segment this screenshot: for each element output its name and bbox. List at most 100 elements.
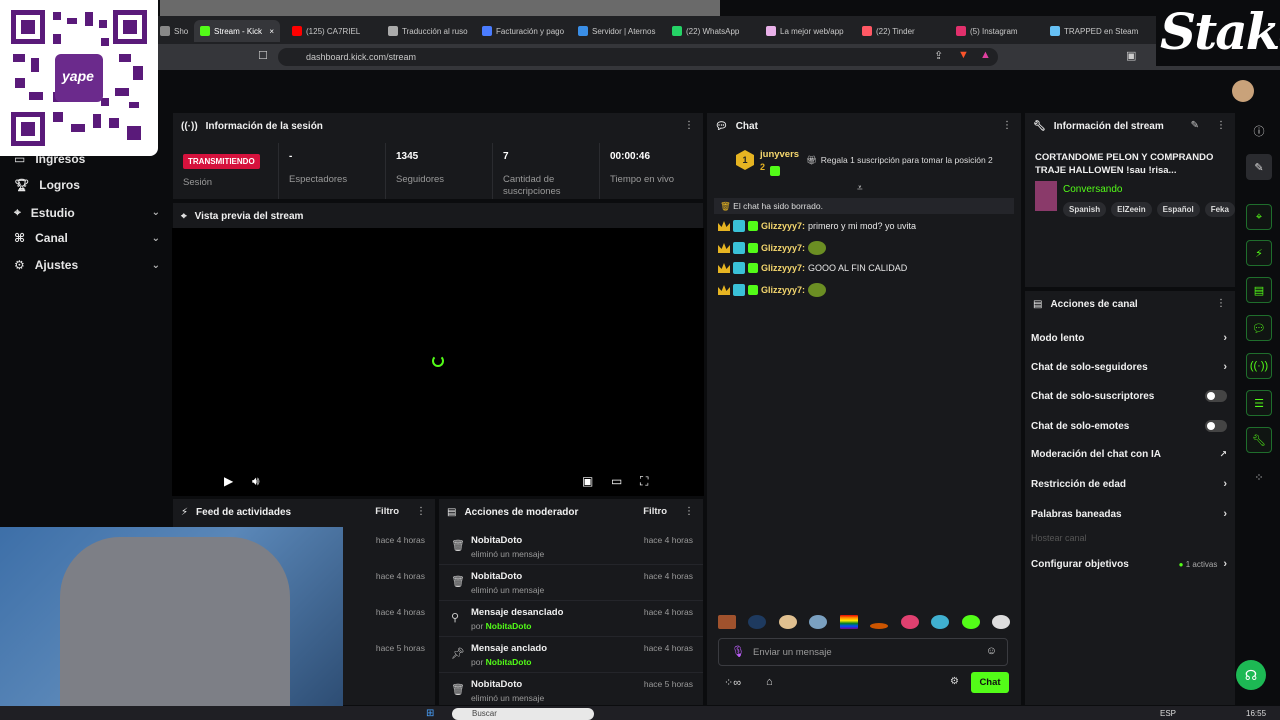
video-player[interactable] (172, 228, 704, 496)
studio-icon[interactable]: ⌖ (1246, 204, 1272, 230)
browser-tab[interactable]: (22) WhatsApp (672, 20, 764, 42)
list-icon[interactable]: ☰ (1246, 390, 1272, 416)
emote-icon[interactable] (718, 615, 736, 629)
more-options-icon[interactable]: ⋮ (684, 506, 694, 517)
avatar[interactable] (1232, 80, 1254, 102)
toggle-switch[interactable] (1205, 390, 1227, 402)
sub-badge-icon (748, 263, 758, 273)
expand-icon[interactable]: ⩡ (857, 183, 863, 194)
volume-icon[interactable]: 🔊︎ (252, 474, 260, 489)
channel-action-item[interactable]: Configurar objetivos ● 1 activas › (1031, 558, 1227, 570)
edit-icon[interactable]: ✎ (1246, 154, 1272, 180)
more-options-icon[interactable]: ⋮ (1002, 120, 1012, 131)
browser-tab[interactable]: (125) CA7RIEL (292, 20, 376, 42)
language-indicator[interactable]: ESP (1160, 709, 1176, 718)
loyalty-icon[interactable]: ⁘∞ (724, 676, 741, 689)
panel-title: Información de la sesión (205, 120, 323, 132)
theater-icon[interactable]: ▭ (611, 474, 622, 488)
og-badge-icon (733, 220, 745, 232)
channel-action-label: Restricción de edad (1031, 478, 1127, 490)
mod-action-title: NobitaDoto (471, 535, 523, 546)
channel-action-item[interactable]: Chat de solo-emotes (1031, 420, 1227, 432)
mod-action-time: hace 4 horas (643, 535, 693, 545)
sidebar-item-estudio[interactable]: ⌖ Estudio ⌄ (14, 205, 160, 220)
browser-tab[interactable]: La mejor web/app (766, 20, 858, 42)
chat-username[interactable]: Glizzyyy7: (761, 221, 805, 231)
store-icon[interactable]: ⌂ (766, 676, 773, 688)
browser-tab[interactable]: (5) Instagram (956, 20, 1048, 42)
emote-icon[interactable] (839, 615, 858, 629)
browser-tab[interactable]: Shop (160, 20, 188, 42)
channel-action-item[interactable]: Modo lento › (1031, 332, 1227, 344)
filter-button[interactable]: Filtro (375, 506, 399, 517)
browser-tab[interactable]: (22) Tinder (862, 20, 952, 42)
category-name[interactable]: Conversando (1063, 184, 1122, 195)
more-options-icon[interactable]: ⋮ (684, 120, 694, 131)
play-icon[interactable]: ▶ (224, 474, 233, 488)
browser-tab[interactable]: Stream - Kick × (194, 20, 280, 42)
triangle-icon[interactable]: ▲ (980, 49, 991, 61)
windows-icon[interactable]: ⊞ (426, 708, 434, 719)
chat-settings-icon[interactable]: ⚙ (950, 676, 959, 687)
channel-action-item[interactable]: Palabras baneadas › (1031, 508, 1227, 520)
browser-tab[interactable]: TRAPPED en Steam (1050, 20, 1146, 42)
add-widget-icon[interactable]: ⁘ (1246, 464, 1272, 490)
emote-icon[interactable] (870, 623, 889, 629)
sidepanel-icon[interactable]: ▣ (1126, 49, 1136, 62)
channel-action-item[interactable]: Moderación del chat con IA ↗ (1031, 449, 1227, 460)
emote-icon[interactable] (900, 615, 919, 629)
emote-icon[interactable] (809, 615, 828, 629)
sidebar-item-logros[interactable]: 🏆︎ Logros (14, 178, 160, 192)
tab-label: (125) CA7RIEL (306, 26, 361, 36)
chat-input[interactable]: 🎙︎ Enviar un mensaje ☺ (718, 638, 1008, 666)
filter-button[interactable]: Filtro (643, 506, 667, 517)
chat-message: Glizzyyy7: primero y mi mod? yo uvita (718, 220, 916, 232)
chat-bubble-icon[interactable]: 💬︎ (1246, 315, 1272, 341)
sidebar-item-canal[interactable]: ⌘ Canal ⌄ (14, 231, 160, 245)
channel-action-item[interactable]: Chat de solo-seguidores › (1031, 361, 1227, 373)
browser-tab[interactable]: Servidor | Aternos (578, 20, 670, 42)
sidebar-item-ajustes[interactable]: ⚙ Ajustes ⌄ (14, 258, 160, 272)
emote-icon[interactable] (961, 615, 980, 629)
support-chat-icon[interactable]: ☊ (1236, 660, 1266, 690)
bookmark-icon[interactable]: ☐ (258, 49, 268, 62)
chat-username[interactable]: Glizzyyy7: (761, 263, 805, 273)
emote-icon[interactable] (931, 615, 950, 629)
close-tab-icon[interactable]: × (269, 27, 274, 36)
top-gifter-name[interactable]: junyvers (760, 149, 799, 160)
emote-icon[interactable] (778, 615, 797, 629)
pip-icon[interactable]: ▣ (582, 474, 593, 488)
taskbar-search[interactable]: Buscar (452, 708, 594, 720)
edit-icon[interactable]: ✎ (1191, 120, 1199, 131)
document-icon[interactable]: ▤ (1246, 277, 1272, 303)
chat-username[interactable]: Glizzyyy7: (761, 285, 805, 295)
share-icon[interactable]: ⇪ (934, 49, 943, 62)
url-field[interactable]: dashboard.kick.com/stream (278, 48, 998, 66)
toggle-switch[interactable] (1205, 420, 1227, 432)
mod-action-sub: eliminó un mensaje (471, 549, 545, 559)
brave-icon[interactable]: ▼ (958, 49, 969, 61)
gift-promo[interactable]: 🎁︎ Regala 1 suscripción para tomar la pos… (806, 155, 993, 166)
mod-username[interactable]: NobitaDoto (486, 657, 532, 667)
tab-favicon-icon (956, 26, 966, 36)
info-icon[interactable]: ⓘ (1246, 118, 1272, 144)
emote-icon[interactable] (748, 615, 767, 629)
channel-action-item[interactable]: Restricción de edad › (1031, 478, 1227, 490)
tab-favicon-icon (388, 26, 398, 36)
chat-username[interactable]: Glizzyyy7: (761, 243, 805, 253)
broadcast-icon[interactable]: ((·)) (1246, 353, 1272, 379)
emoji-icon[interactable]: ☺ (986, 645, 997, 657)
wrench-icon[interactable]: 🔧︎ (1246, 427, 1272, 453)
more-options-icon[interactable]: ⋮ (1216, 298, 1226, 309)
browser-tab[interactable]: Facturación y pago (482, 20, 576, 42)
browser-tab[interactable]: Traducción al ruso (388, 20, 480, 42)
mod-username[interactable]: NobitaDoto (486, 621, 532, 631)
bolt-icon[interactable]: ⚡︎ (1246, 240, 1272, 266)
more-options-icon[interactable]: ⋮ (1216, 120, 1226, 131)
more-options-icon[interactable]: ⋮ (416, 506, 426, 517)
channel-action-item[interactable]: Chat de solo-suscriptores (1031, 390, 1227, 402)
send-chat-button[interactable]: Chat (971, 672, 1009, 693)
emote-icon[interactable] (991, 615, 1010, 629)
mic-icon[interactable]: 🎙︎ (731, 645, 745, 658)
fullscreen-icon[interactable]: ⛶ (640, 474, 648, 489)
